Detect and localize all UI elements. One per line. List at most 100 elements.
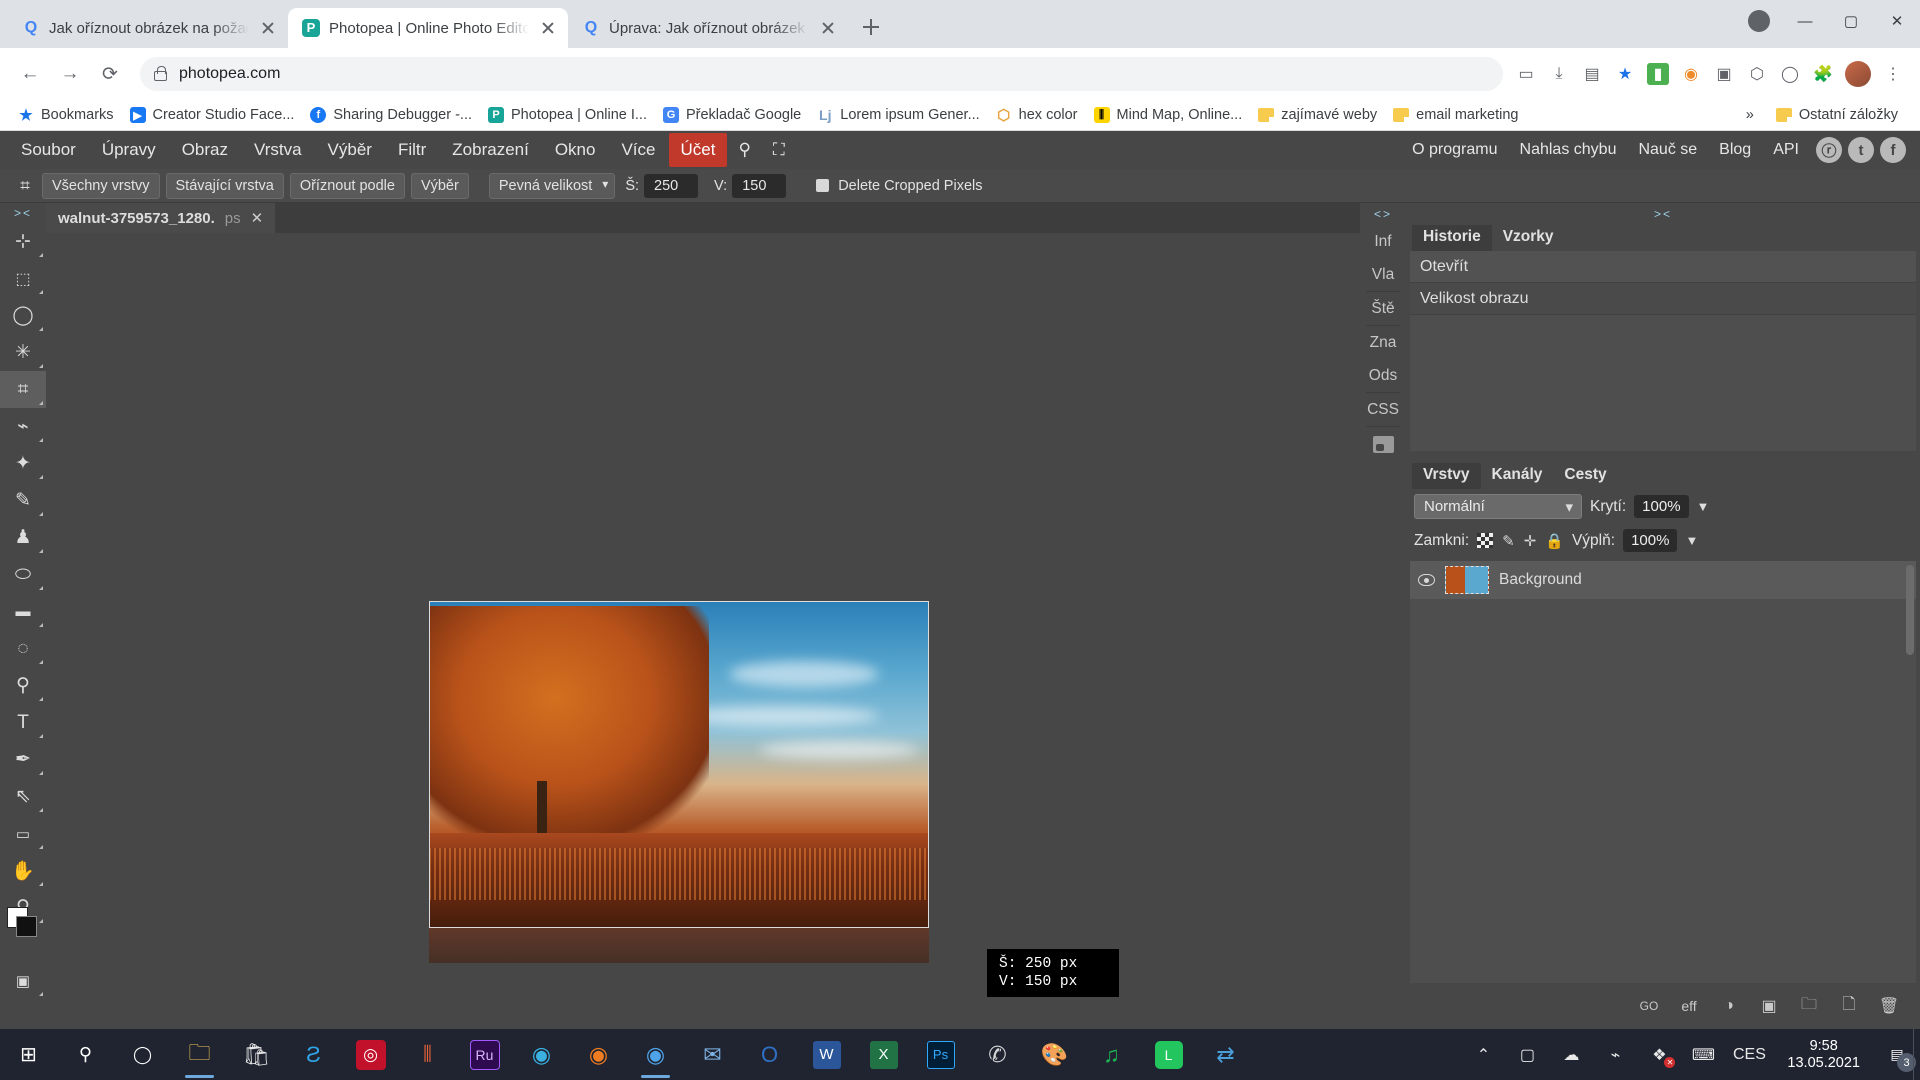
chrome-menu-icon[interactable]: ⋮ xyxy=(1882,63,1904,85)
magic-wand-tool[interactable]: ✳ xyxy=(0,334,46,371)
link-layers-button[interactable]: GO xyxy=(1638,995,1660,1017)
eyedropper-tool[interactable]: ⌁ xyxy=(0,408,46,445)
show-hidden-icons-button[interactable]: ⌃ xyxy=(1461,1029,1505,1080)
bookmark-item[interactable]: ⫼ Mind Map, Online... xyxy=(1086,104,1251,126)
menu-nauc-se[interactable]: Nauč se xyxy=(1627,135,1708,165)
bookmarks-overflow-button[interactable]: » xyxy=(1746,107,1754,123)
document-tab-close-icon[interactable]: ✕ xyxy=(251,209,264,227)
path-select-tool[interactable]: ⇖ xyxy=(0,778,46,815)
crop-tool[interactable]: ⌗ xyxy=(0,371,46,408)
spot-healing-tool[interactable]: ✦ xyxy=(0,445,46,482)
foreground-color-swatch[interactable] xyxy=(16,916,37,937)
option-vsechny-vrstvy[interactable]: Všechny vrstvy xyxy=(42,172,160,199)
fill-value[interactable]: 100% xyxy=(1623,529,1678,552)
rail-item-vla[interactable]: Vla xyxy=(1360,258,1406,291)
reload-button[interactable]: ⟳ xyxy=(92,56,128,92)
tab-vrstvy[interactable]: Vrstvy xyxy=(1412,463,1481,489)
maximize-button[interactable]: ▢ xyxy=(1828,0,1874,42)
menu-vice[interactable]: Více xyxy=(608,134,668,166)
tab-kanaly[interactable]: Kanály xyxy=(1481,463,1554,489)
menu-nahlas-chybu[interactable]: Nahlas chybu xyxy=(1509,135,1628,165)
fill-dropdown-icon[interactable]: ▼ xyxy=(1685,533,1698,548)
reading-list-icon[interactable]: ▤ xyxy=(1581,63,1603,85)
new-group-button[interactable]: 🗀 xyxy=(1798,995,1820,1017)
profile-avatar[interactable] xyxy=(1845,61,1871,87)
crop-height-input[interactable]: 150 xyxy=(732,173,787,198)
browser-tab-2[interactable]: P Photopea | Online Photo Editor xyxy=(288,8,568,48)
canvas-area[interactable]: Š: 250 px V: 150 px xyxy=(46,233,1360,1029)
cast-icon[interactable]: ▭ xyxy=(1515,63,1537,85)
layer-row-background[interactable]: Background xyxy=(1410,561,1916,599)
bookmark-item[interactable]: Lj Lorem ipsum Gener... xyxy=(809,104,987,126)
skype-button[interactable]: Ƨ xyxy=(285,1029,342,1080)
layer-visibility-icon[interactable] xyxy=(1418,574,1435,586)
lock-transparency-icon[interactable] xyxy=(1477,533,1494,548)
messenger-button[interactable]: ✆ xyxy=(969,1029,1026,1080)
bookmark-folder[interactable]: email marketing xyxy=(1385,104,1526,126)
profile-indicator[interactable] xyxy=(1736,0,1782,42)
screen-recorder-icon[interactable]: ▢ xyxy=(1505,1029,1549,1080)
image-panel-icon[interactable] xyxy=(1360,427,1406,461)
microsoft-store-button[interactable]: 🛍 xyxy=(228,1029,285,1080)
facebook-icon[interactable]: f xyxy=(1880,137,1906,163)
delete-layer-button[interactable]: 🗑 xyxy=(1878,995,1900,1017)
bookmark-item[interactable]: ⬡ hex color xyxy=(988,104,1086,126)
lock-paint-icon[interactable]: ✎ xyxy=(1502,532,1515,550)
onedrive-icon[interactable]: ☁ xyxy=(1549,1029,1593,1080)
chart-extension-icon[interactable]: ▮ xyxy=(1647,63,1669,85)
adjustment-layer-button[interactable]: ◑ xyxy=(1718,995,1740,1017)
clone-stamp-tool[interactable]: ♟ xyxy=(0,519,46,556)
search-icon[interactable]: ⚲ xyxy=(727,134,761,166)
color-swatches[interactable] xyxy=(7,907,39,939)
eraser-tool[interactable]: ⬭ xyxy=(0,556,46,593)
adobe-premiere-rush-button[interactable]: Ru xyxy=(456,1029,513,1080)
browser-tab-3[interactable]: Q Úprava: Jak oříznout obrázek na xyxy=(568,8,848,48)
menu-vrstva[interactable]: Vrstva xyxy=(241,134,315,166)
language-indicator[interactable]: CES xyxy=(1725,1029,1773,1080)
menu-upravy[interactable]: Úpravy xyxy=(89,134,169,166)
other-bookmarks-folder[interactable]: Ostatní záložky xyxy=(1768,104,1906,126)
crop-width-input[interactable]: 250 xyxy=(644,173,699,198)
menu-obraz[interactable]: Obraz xyxy=(169,134,241,166)
new-layer-button[interactable]: 🗋 xyxy=(1838,995,1860,1017)
option-oriznout-podle[interactable]: Oříznout podle xyxy=(289,172,405,199)
crop-tool-icon[interactable]: ⌗ xyxy=(8,172,42,200)
delete-cropped-pixels-checkbox[interactable] xyxy=(816,179,830,192)
google-chrome-button[interactable]: ◉ xyxy=(627,1029,684,1080)
adobe-creative-cloud-button[interactable]: ◎ xyxy=(342,1029,399,1080)
history-item-otevrit[interactable]: Otevřít xyxy=(1410,251,1916,283)
new-tab-button[interactable] xyxy=(854,10,888,44)
camera-extension-icon[interactable]: ▣ xyxy=(1713,63,1735,85)
type-tool[interactable]: T xyxy=(0,704,46,741)
crop-selection-frame[interactable] xyxy=(429,601,929,928)
rectangular-marquee-tool[interactable]: ⬚ xyxy=(0,260,46,297)
minimize-button[interactable]: — xyxy=(1782,0,1828,42)
close-button[interactable]: ✕ xyxy=(1874,0,1920,42)
photoshop-button[interactable]: Ps xyxy=(912,1029,969,1080)
blend-mode-select[interactable]: Normální xyxy=(1414,494,1582,519)
wifi-icon[interactable]: ⌁ xyxy=(1593,1029,1637,1080)
tab-vzorky[interactable]: Vzorky xyxy=(1492,225,1565,251)
menu-zobrazeni[interactable]: Zobrazení xyxy=(439,134,542,166)
microsoft-edge-button[interactable]: ◉ xyxy=(513,1029,570,1080)
paint-button[interactable]: 🎨 xyxy=(1026,1029,1083,1080)
firefox-button[interactable]: ◉ xyxy=(570,1029,627,1080)
option-stavajici-vrstva[interactable]: Stávající vrstva xyxy=(165,172,284,199)
back-button[interactable]: ← xyxy=(12,56,48,92)
tab-close-icon[interactable] xyxy=(538,18,558,38)
quick-mask-button[interactable]: ▣ xyxy=(0,962,46,999)
brush-tool[interactable]: ✎ xyxy=(0,482,46,519)
opacity-value[interactable]: 100% xyxy=(1634,495,1689,518)
move-tool[interactable]: ⊹ xyxy=(0,223,46,260)
rail-item-inf[interactable]: Inf xyxy=(1360,225,1406,258)
pocket-extension-icon[interactable]: ⬡ xyxy=(1746,63,1768,85)
layer-list-scrollbar[interactable] xyxy=(1906,565,1914,655)
twitter-icon[interactable]: t xyxy=(1848,137,1874,163)
hand-tool[interactable]: ✋ xyxy=(0,852,46,889)
keyboard-layout-icon[interactable]: ⌨ xyxy=(1681,1029,1725,1080)
spotify-button[interactable]: ♫ xyxy=(1083,1029,1140,1080)
menu-o-programu[interactable]: O programu xyxy=(1401,135,1508,165)
start-button[interactable]: ⊞ xyxy=(0,1029,57,1080)
opacity-dropdown-icon[interactable]: ▼ xyxy=(1697,499,1710,514)
lock-move-icon[interactable]: ✛ xyxy=(1524,532,1537,550)
